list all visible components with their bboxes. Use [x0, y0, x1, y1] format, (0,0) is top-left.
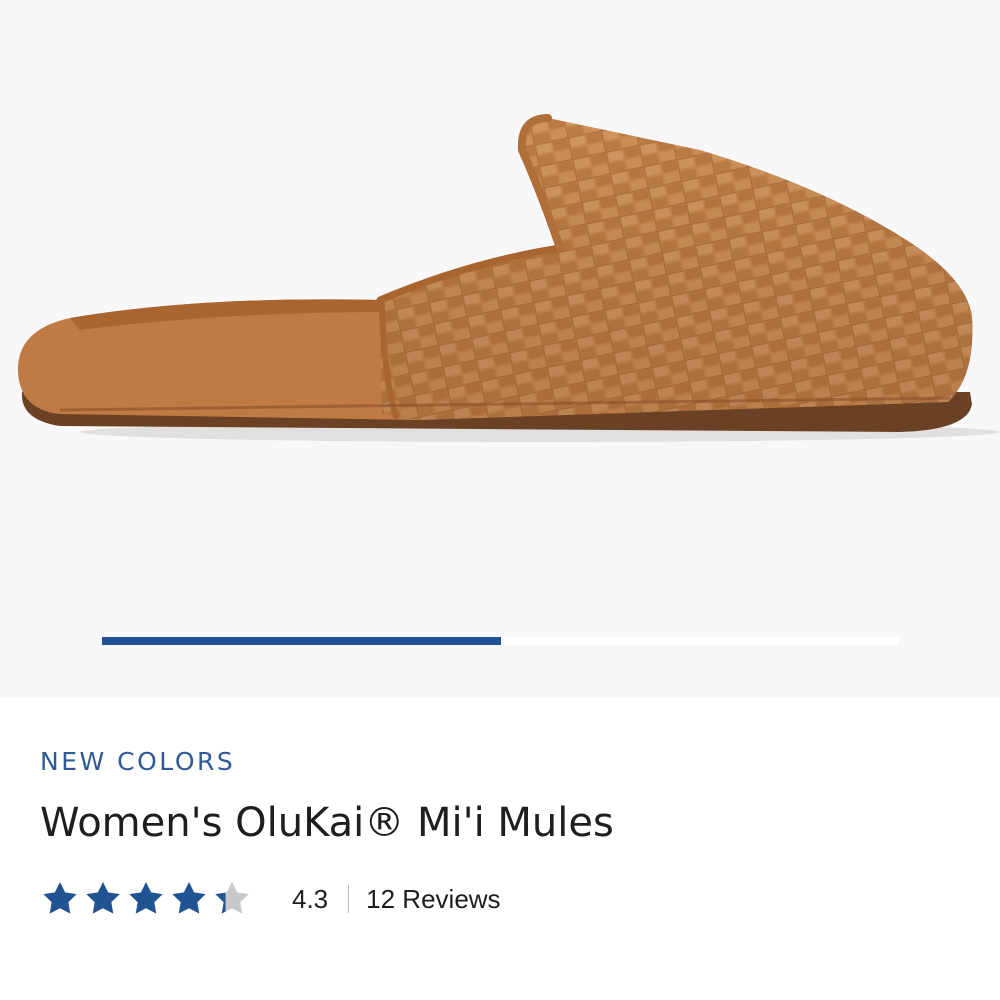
star-icon — [86, 882, 120, 914]
star-rating[interactable] — [40, 879, 252, 919]
star-icon — [215, 882, 249, 914]
rating-row: 4.3 12 Reviews — [40, 877, 501, 921]
rating-value: 4.3 — [292, 883, 329, 914]
product-title: Women's OluKai® Mi'i Mules — [40, 800, 614, 846]
reviews-link[interactable]: 12 Reviews — [366, 884, 500, 915]
carousel-progress-fill — [102, 637, 501, 645]
product-info: NEW COLORS Women's OluKai® Mi'i Mules 4.… — [0, 697, 1000, 1000]
star-icon — [43, 882, 77, 914]
star-icon — [129, 882, 163, 914]
star-icon — [172, 882, 206, 914]
new-colors-badge: NEW COLORS — [40, 747, 236, 776]
rating-divider — [348, 885, 350, 913]
product-page: NEW COLORS Women's OluKai® Mi'i Mules 4.… — [0, 0, 1000, 1000]
product-image-gallery[interactable] — [0, 0, 1000, 697]
product-image[interactable] — [0, 0, 1000, 600]
carousel-progress-bar[interactable] — [102, 637, 899, 645]
